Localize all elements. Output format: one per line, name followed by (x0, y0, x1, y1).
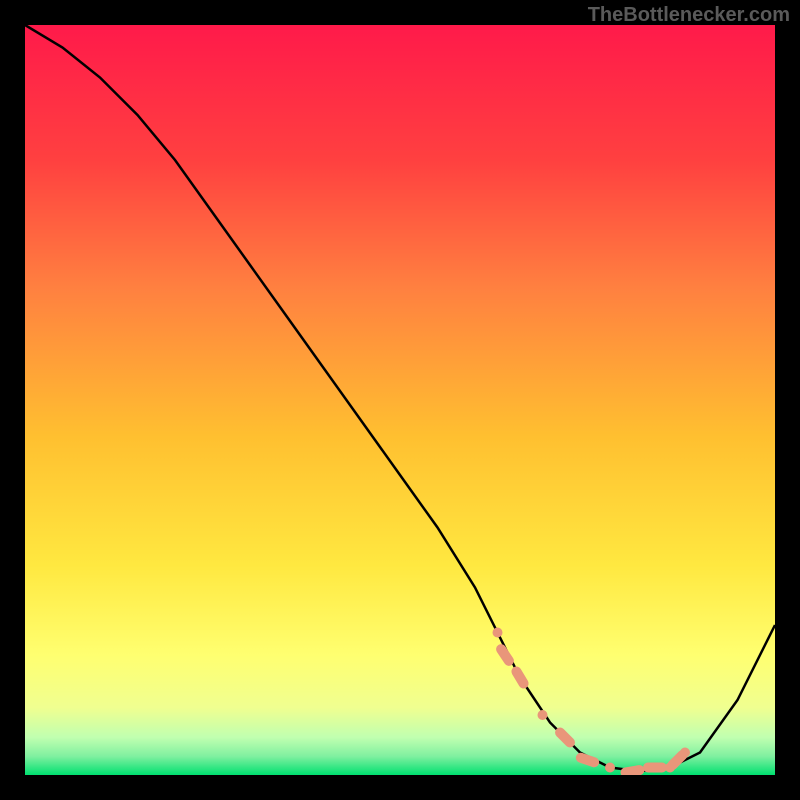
marker-dash (626, 770, 640, 772)
chart-svg (25, 25, 775, 775)
marker-dash (516, 671, 523, 683)
watermark-text: TheBottlenecker.com (588, 4, 790, 27)
chart-plot-area (25, 25, 775, 775)
marker-dot (538, 710, 548, 720)
marker-dash (560, 733, 570, 743)
gradient-background (25, 25, 775, 775)
marker-dot (605, 763, 615, 773)
marker-dash (501, 649, 509, 661)
marker-dot (680, 748, 690, 758)
marker-dash (581, 758, 594, 762)
marker-dash (673, 755, 683, 765)
marker-dot (493, 628, 503, 638)
